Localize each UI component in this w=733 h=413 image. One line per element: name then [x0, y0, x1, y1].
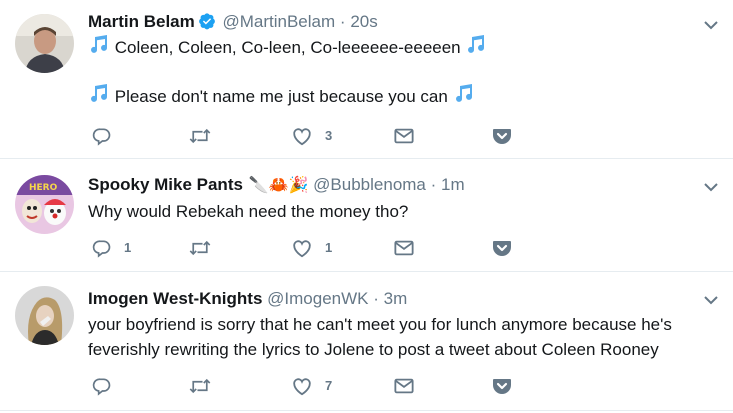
verified-badge-icon — [198, 12, 216, 36]
avatar[interactable] — [15, 286, 74, 345]
tweet-actions: 3 — [88, 126, 528, 146]
retweet-button[interactable] — [189, 126, 223, 146]
separator-dot: · — [373, 289, 379, 308]
music-notes-icon — [465, 35, 487, 60]
timestamp[interactable]: 3m — [384, 289, 408, 308]
pocket-button[interactable] — [492, 376, 512, 396]
reply-icon — [92, 238, 112, 258]
pocket-icon — [492, 126, 512, 146]
direct-message-button[interactable] — [393, 376, 415, 396]
music-notes-icon — [453, 84, 475, 109]
like-count: 3 — [325, 128, 333, 143]
like-count: 7 — [325, 378, 333, 393]
tweet-text: your boyfriend is sorry that he can't me… — [88, 312, 713, 362]
tweet-actions: 7 — [88, 376, 528, 396]
tweet[interactable]: Martin Belam @MartinBelam · 20s Coleen, … — [0, 0, 733, 159]
heart-icon — [291, 126, 313, 146]
timestamp[interactable]: 1m — [441, 175, 465, 194]
tweet-text: Please don't name me just because you ca… — [114, 87, 448, 106]
tweet-header: Martin Belam @MartinBelam · 20s — [88, 11, 378, 33]
separator-dot: · — [339, 12, 346, 31]
chevron-down-icon[interactable] — [703, 179, 719, 195]
pocket-icon — [492, 376, 512, 396]
tweet-text-line: your boyfriend is sorry that he can't me… — [88, 315, 672, 334]
heart-icon — [291, 238, 313, 258]
envelope-icon — [393, 126, 415, 146]
svg-text:HERO: HERO — [29, 183, 58, 193]
envelope-icon — [393, 376, 415, 396]
tweet-header: Imogen West-Knights @ImogenWK · 3m — [88, 288, 407, 310]
reply-icon — [92, 376, 112, 396]
pocket-button[interactable] — [492, 126, 512, 146]
heart-icon — [291, 376, 313, 396]
like-button[interactable]: 7 — [291, 376, 332, 396]
pocket-icon — [492, 238, 512, 258]
retweet-icon — [189, 238, 211, 258]
tweet-text-line: feverishly rewriting the lyrics to Jolen… — [88, 340, 659, 359]
separator-dot: · — [430, 175, 437, 194]
like-button[interactable]: 3 — [291, 126, 332, 146]
retweet-button[interactable] — [189, 376, 223, 396]
display-name[interactable]: Spooky Mike Pants — [88, 175, 243, 194]
direct-message-button[interactable] — [393, 238, 415, 258]
envelope-icon — [393, 238, 415, 258]
pocket-button[interactable] — [492, 238, 512, 258]
timestamp[interactable]: 20s — [350, 12, 377, 31]
music-notes-icon — [88, 35, 110, 60]
tweet-text-line: Coleen, Coleen, Co-leen, Co-leeeeee-eeee… — [88, 35, 713, 60]
reply-button[interactable] — [92, 376, 124, 396]
direct-message-button[interactable] — [393, 126, 415, 146]
name-emoji: 🔪🦀🎉 — [248, 177, 309, 194]
display-name[interactable]: Martin Belam — [88, 12, 195, 31]
retweet-icon — [189, 376, 211, 396]
avatar[interactable]: HERO — [15, 175, 74, 234]
tweet-header: Spooky Mike Pants 🔪🦀🎉 @Bubblenoma · 1m — [88, 174, 465, 196]
chevron-down-icon[interactable] — [703, 17, 719, 33]
tweet-actions: 1 1 — [88, 238, 528, 258]
reply-icon — [92, 126, 112, 146]
tweet-text: Why would Rebekah need the money tho? — [88, 202, 409, 221]
avatar[interactable] — [15, 14, 74, 73]
tweet-text-line: Please don't name me just because you ca… — [88, 84, 713, 109]
reply-count: 1 — [124, 240, 132, 255]
like-count: 1 — [325, 240, 333, 255]
tweet-text: Coleen, Coleen, Co-leen, Co-leeeeee-eeee… — [114, 38, 461, 57]
user-handle[interactable]: @MartinBelam — [222, 12, 335, 31]
reply-button[interactable]: 1 — [92, 238, 131, 258]
user-handle[interactable]: @ImogenWK — [267, 289, 368, 308]
chevron-down-icon[interactable] — [703, 292, 719, 308]
retweet-icon — [189, 126, 211, 146]
user-handle[interactable]: @Bubblenoma — [313, 175, 426, 194]
like-button[interactable]: 1 — [291, 238, 332, 258]
display-name[interactable]: Imogen West-Knights — [88, 289, 262, 308]
retweet-button[interactable] — [189, 238, 223, 258]
music-notes-icon — [88, 84, 110, 109]
reply-button[interactable] — [92, 126, 124, 146]
